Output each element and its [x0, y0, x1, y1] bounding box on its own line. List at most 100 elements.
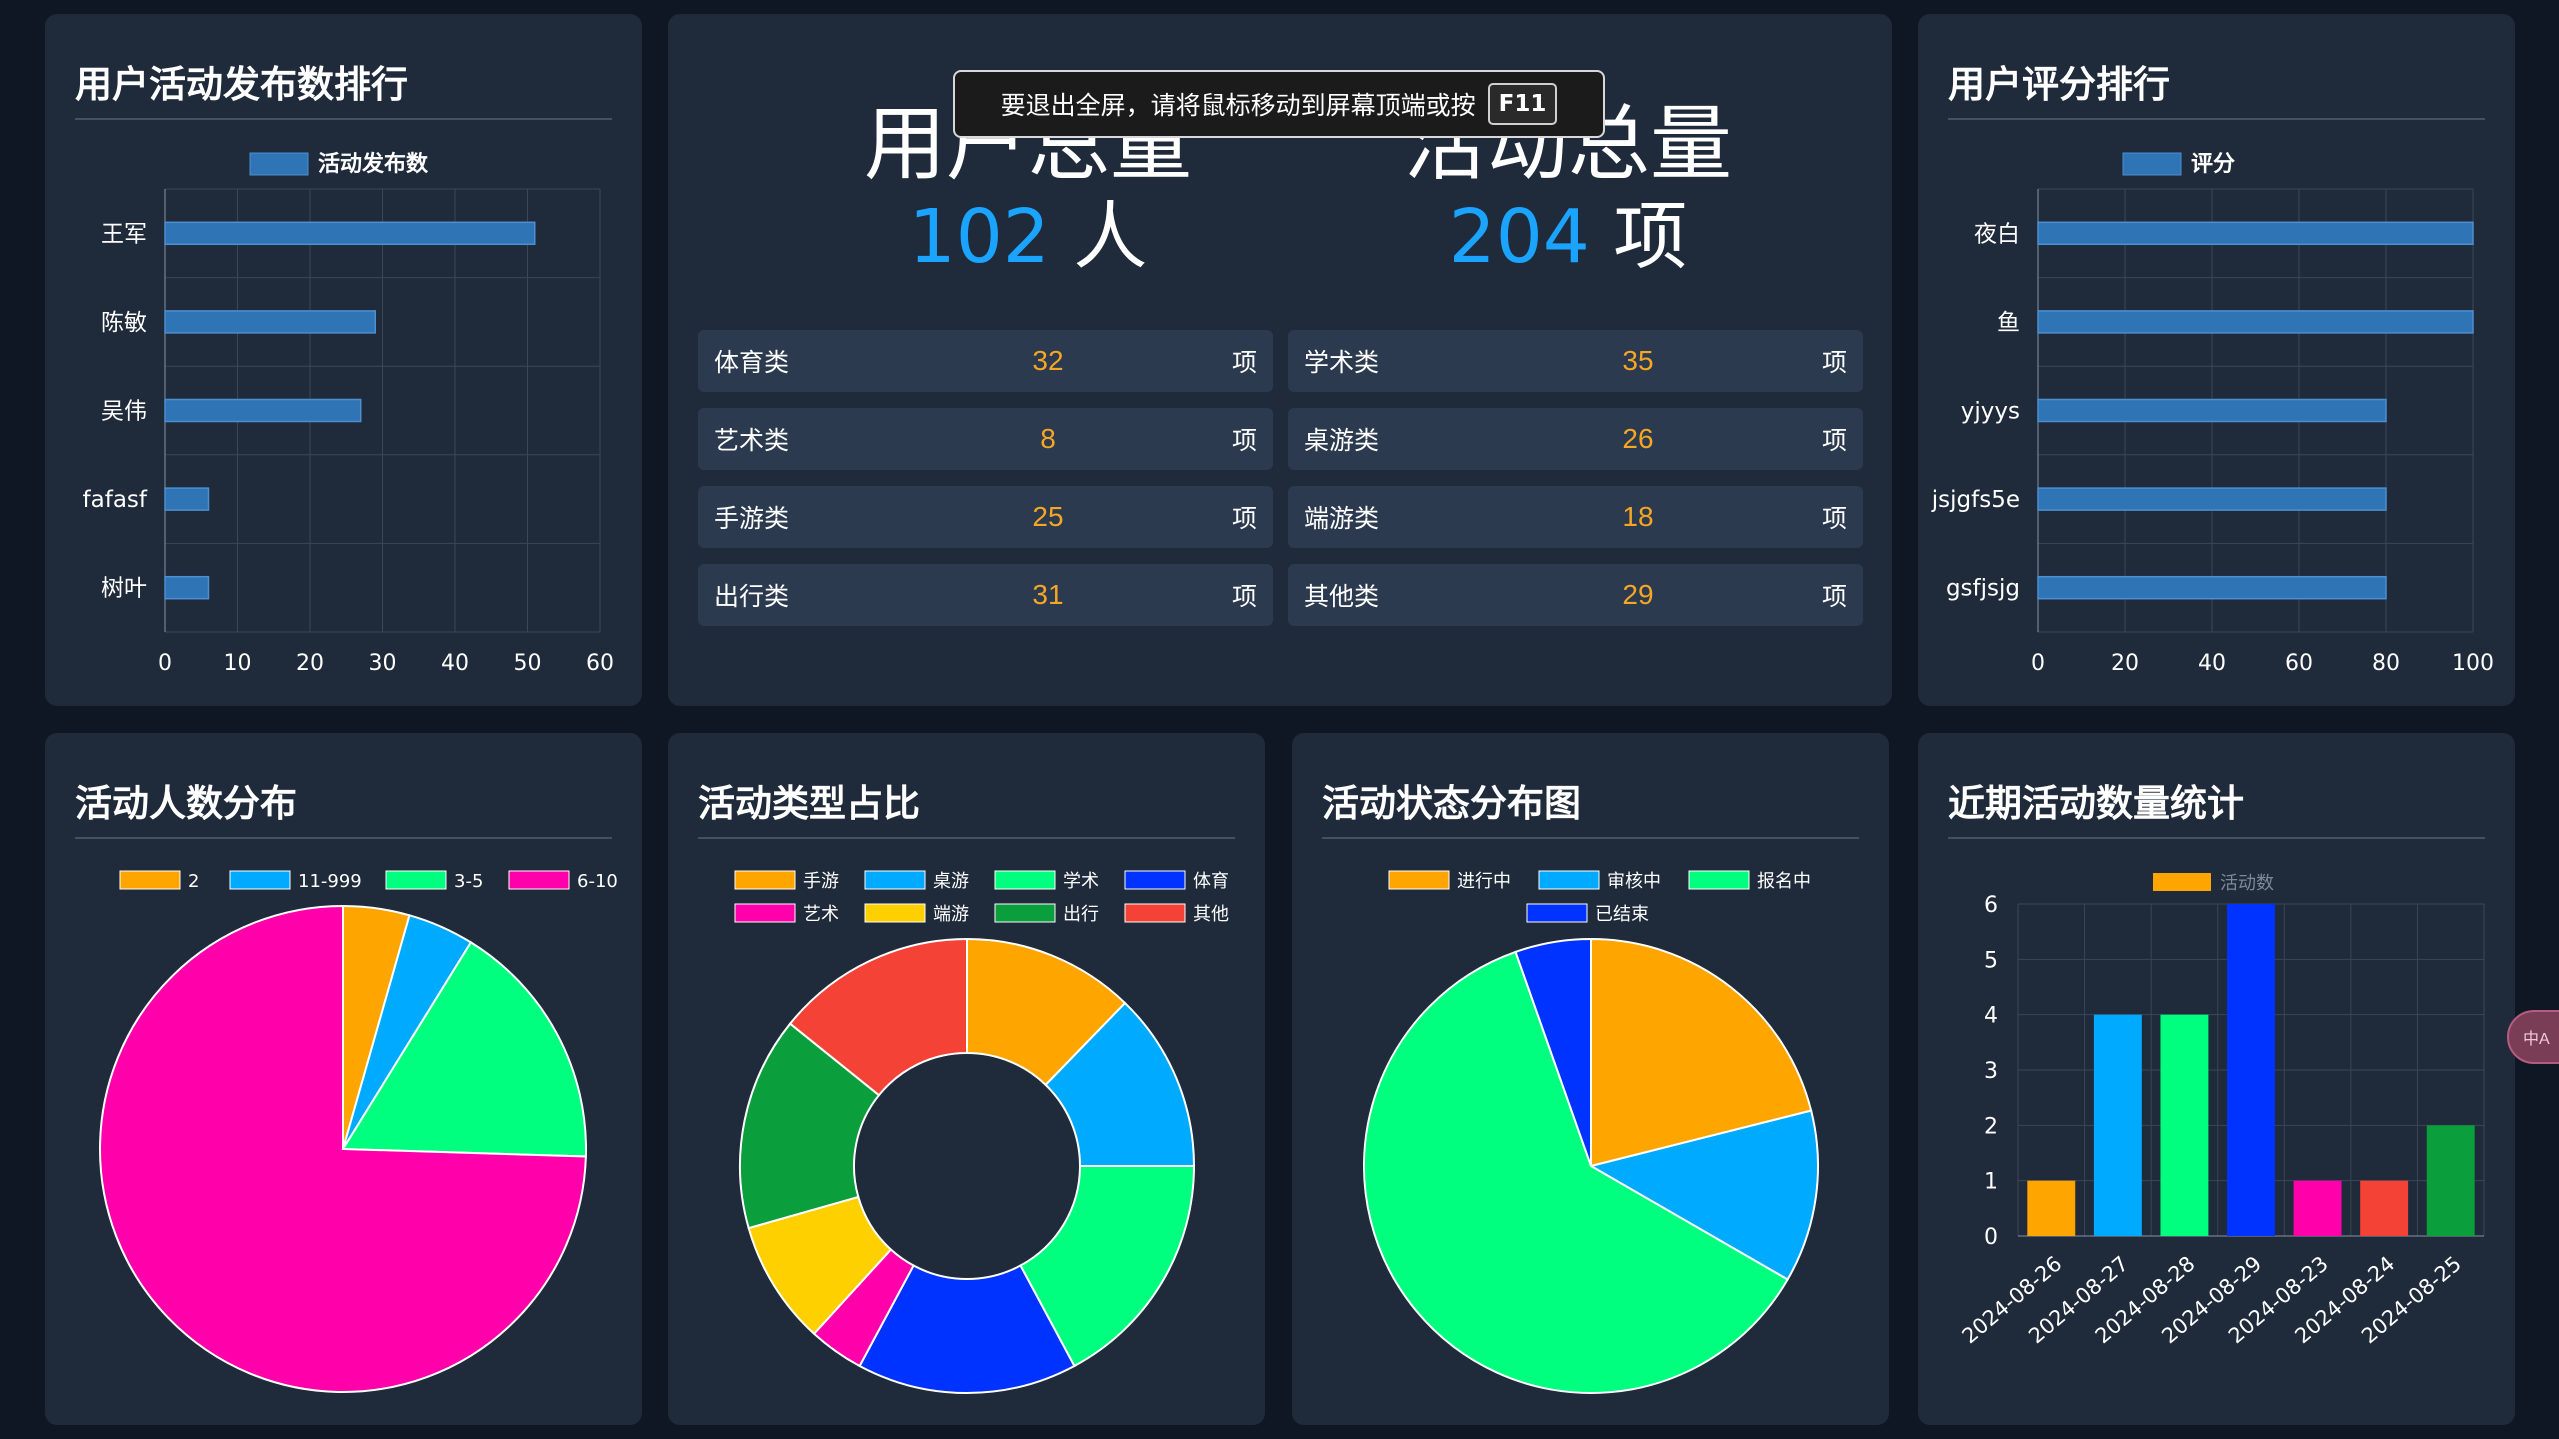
bar — [2037, 221, 2474, 246]
category-row: 出行类 31 项 — [698, 564, 1273, 626]
bar — [2160, 1014, 2209, 1236]
legend-swatch — [1124, 903, 1186, 923]
x-tick-label: 80 — [2372, 651, 2400, 676]
legend-label: 学术 — [1063, 871, 1099, 892]
category-name: 学术类 — [1304, 348, 1380, 377]
x-tick-label: 0 — [2031, 651, 2045, 676]
user-total-value: 102 — [908, 194, 1050, 280]
y-tick-label: fafasf — [83, 487, 148, 513]
category-row: 手游类 25 项 — [698, 486, 1273, 548]
bar — [2037, 575, 2387, 600]
category-name: 其他类 — [1304, 582, 1380, 611]
x-tick-label: 60 — [2285, 651, 2313, 676]
legend-swatch — [2122, 152, 2182, 176]
category-unit: 项 — [1231, 426, 1257, 455]
y-tick-label: 5 — [1984, 948, 1998, 973]
legend-swatch — [1538, 870, 1600, 890]
legend-swatch — [508, 870, 570, 890]
bar — [2027, 1180, 2076, 1236]
legend-swatch — [249, 152, 309, 176]
legend-swatch — [1526, 903, 1588, 923]
user-total-unit: 人 — [1073, 194, 1148, 280]
category-count: 18 — [1622, 501, 1654, 532]
recent-activity-bar-chart: 活动数01234562024-08-262024-08-272024-08-28… — [1958, 873, 2485, 1348]
legend-swatch — [734, 903, 796, 923]
bar — [2093, 1014, 2142, 1236]
bar — [2293, 1180, 2342, 1236]
user-activity-rank-card: 用户活动发布数排行 活动发布数 0 10 20 30 40 50 60 王军 陈敏 吴伟 fafasf… — [45, 14, 642, 706]
bar — [164, 487, 210, 511]
bar — [164, 575, 210, 600]
translate-icon[interactable]: 中A — [2523, 1025, 2550, 1049]
activity-total-value: 204 — [1448, 194, 1590, 280]
y-tick-label: 吴伟 — [101, 399, 147, 425]
legend-swatch — [864, 903, 926, 923]
legend-swatch — [385, 870, 447, 890]
category-name: 出行类 — [714, 582, 790, 611]
bar — [2227, 904, 2275, 1236]
y-tick-label: jsjgfs5e — [1931, 487, 2020, 513]
y-tick-label: gsfjsjg — [1946, 576, 2020, 602]
type-ratio-donut: 手游 桌游 学术 体育艺术 端游 出行 其他 — [734, 870, 1229, 1394]
x-tick-label: 50 — [514, 651, 542, 676]
fullscreen-notice-text: 要退出全屏，请将鼠标移动到屏幕顶端或按 — [1000, 91, 1476, 120]
legend-label: 评分 — [2191, 152, 2235, 177]
legend-swatch — [734, 870, 796, 890]
category-unit: 项 — [1231, 348, 1257, 377]
y-tick-label: 鱼 — [1997, 310, 2020, 336]
legend-label: 已结束 — [1595, 904, 1649, 925]
category-name: 桌游类 — [1304, 426, 1380, 455]
y-tick-label: 4 — [1984, 1004, 1998, 1029]
category-count: 29 — [1622, 579, 1654, 610]
translate-side-button[interactable]: 中A — [2507, 1010, 2559, 1064]
legend-label: 体育 — [1193, 871, 1229, 892]
y-tick-label: yjyys — [1961, 399, 2020, 425]
y-tick-label: 树叶 — [101, 576, 147, 602]
legend-label: 艺术 — [803, 904, 839, 925]
f11-key-badge[interactable]: F11 — [1487, 83, 1558, 125]
category-count: 32 — [1032, 345, 1064, 376]
legend-swatch — [229, 870, 291, 890]
status-distribution-pie: 进行中 审核中 报名中已结束 — [1363, 870, 1819, 1394]
x-tick-label: 40 — [2198, 651, 2226, 676]
category-unit: 项 — [1821, 348, 1847, 377]
y-tick-label: 3 — [1984, 1059, 1998, 1084]
bar — [2426, 1125, 2475, 1236]
y-tick-label: 1 — [1984, 1170, 1998, 1195]
category-name: 端游类 — [1304, 504, 1380, 533]
legend-label: 手游 — [803, 871, 839, 892]
legend-swatch — [994, 870, 1056, 890]
legend-label: 3-5 — [454, 871, 483, 892]
x-tick-label: 20 — [2111, 651, 2139, 676]
y-tick-label: 王军 — [101, 221, 147, 247]
y-tick-label: 夜白 — [1974, 221, 2020, 247]
category-name: 体育类 — [714, 348, 790, 377]
category-name: 艺术类 — [714, 426, 790, 455]
category-row: 学术类 35 项 — [1288, 330, 1863, 392]
user-activity-rank-chart: 活动发布数 0 10 20 30 40 50 60 王军陈敏吴伟 fafasf 树叶 — [83, 151, 614, 676]
legend-label: 出行 — [1063, 904, 1099, 925]
x-tick-label: 0 — [158, 651, 172, 676]
legend-swatch — [1688, 870, 1750, 890]
legend-swatch — [119, 870, 181, 890]
legend-swatch — [2153, 873, 2211, 891]
legend-label: 11-999 — [298, 871, 362, 892]
category-row: 艺术类 8 项 — [698, 408, 1273, 470]
y-tick-label: 0 — [1984, 1225, 1998, 1250]
legend-label: 6-10 — [577, 871, 618, 892]
category-count: 31 — [1032, 579, 1064, 610]
legend-label: 2 — [188, 871, 199, 892]
category-count: 25 — [1032, 501, 1064, 532]
category-unit: 项 — [1821, 582, 1847, 611]
category-unit: 项 — [1821, 426, 1847, 455]
fullscreen-exit-notice: 要退出全屏，请将鼠标移动到屏幕顶端或按 F11 — [953, 70, 1605, 138]
category-name: 手游类 — [714, 504, 790, 533]
x-tick-label: 60 — [586, 651, 614, 676]
category-row: 其他类 29 项 — [1288, 564, 1863, 626]
user-score-rank-chart: 评分 0 20 40 60 80 100 夜白鱼 yjyys jsjgfs5e gsfjsjg — [1931, 152, 2494, 676]
legend-swatch — [994, 903, 1056, 923]
y-tick-label: 陈敏 — [101, 310, 147, 336]
x-tick-label: 40 — [441, 651, 469, 676]
people-distribution-card: 活动人数分布 2 11-999 3-5 6-10 — [45, 733, 642, 1425]
bar — [164, 310, 376, 334]
